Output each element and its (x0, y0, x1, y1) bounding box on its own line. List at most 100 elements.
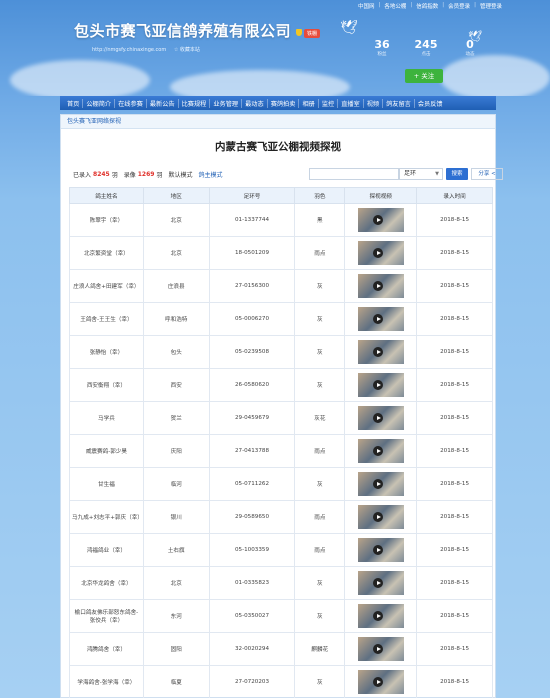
follow-button[interactable]: + 关注 (405, 69, 443, 83)
region-cell: 贺兰 (142, 401, 210, 435)
owner-cell: 威震赛鸽-郭少昊 (69, 434, 144, 468)
video-thumbnail[interactable] (357, 340, 404, 364)
video-cell (344, 401, 418, 435)
ring-cell: 05-0239508 (208, 335, 296, 369)
color-cell: 灰 (294, 335, 346, 369)
play-icon[interactable] (372, 380, 383, 390)
nav-news[interactable]: 最动态 (242, 98, 268, 108)
video-thumbnail[interactable] (357, 274, 404, 298)
region-cell: 庆阳 (142, 434, 210, 468)
video-thumbnail[interactable] (357, 637, 404, 661)
region-cell: 临河 (142, 467, 210, 501)
nav-guestbook[interactable]: 鸽友留言 (383, 98, 415, 108)
play-icon[interactable] (372, 512, 383, 522)
video-thumbnail[interactable] (357, 604, 404, 628)
color-cell: 雨点 (294, 236, 346, 270)
top-link-lofts[interactable]: 各地公棚 (384, 2, 406, 10)
video-thumbnail[interactable] (357, 241, 404, 265)
ring-select[interactable]: 足环 ▼ (399, 168, 443, 180)
breadcrumb[interactable]: 包头赛飞亚网络探视 (61, 115, 495, 129)
search-input[interactable] (309, 168, 399, 180)
video-thumbnail[interactable] (357, 538, 404, 562)
share-button[interactable]: 分享 < (471, 168, 503, 180)
date-cell: 2018-8-15 (416, 434, 493, 468)
top-link-index[interactable]: 信鸽指数 (416, 2, 438, 10)
table-row: 北京繁资堂（幸） 北京 18-0501209 雨点 2018-8-15 (69, 236, 493, 270)
share-icon: < (491, 171, 496, 177)
video-thumbnail[interactable] (357, 472, 404, 496)
video-thumbnail[interactable] (357, 439, 404, 463)
video-cell (344, 665, 418, 698)
owner-cell: 甘生福 (69, 467, 144, 501)
nav-auction[interactable]: 赛鸽拍卖 (268, 98, 300, 108)
ring-select-value: 足环 (404, 170, 417, 177)
nav-home[interactable]: 首页 (64, 98, 84, 108)
video-thumbnail[interactable] (357, 373, 404, 397)
nav-online-entry[interactable]: 在线参赛 (115, 98, 147, 108)
date-cell: 2018-8-15 (416, 203, 493, 237)
play-icon[interactable] (372, 314, 383, 324)
nav-monitor[interactable]: 监控 (319, 98, 339, 108)
region-cell: 土右旗 (142, 533, 210, 567)
ring-cell: 05-1003359 (208, 533, 296, 567)
play-icon[interactable] (372, 413, 383, 423)
table-row: 陈翠宇（幸） 北京 01-1337744 黑 2018-8-15 (69, 203, 493, 237)
owner-mode-link[interactable]: 鸽主模式 (198, 170, 222, 179)
play-icon[interactable] (372, 248, 383, 258)
table-row: 北京华龙鸽舍（幸） 北京 01-0335823 灰 2018-8-15 (69, 566, 493, 600)
play-icon[interactable] (372, 545, 383, 555)
video-cell (344, 269, 418, 303)
video-thumbnail[interactable] (357, 505, 404, 529)
play-icon[interactable] (372, 644, 383, 654)
nav-album[interactable]: 相册 (299, 98, 319, 108)
nav-feedback[interactable]: 会员反馈 (415, 99, 446, 108)
play-icon[interactable] (372, 677, 383, 687)
top-link-admin-login[interactable]: 管理登录 (480, 2, 502, 10)
date-cell: 2018-8-15 (416, 467, 493, 501)
site-badge: 铁棚 (304, 29, 321, 38)
nav-business[interactable]: 业务管理 (210, 98, 243, 108)
play-icon[interactable] (372, 347, 383, 357)
filter-bar: 已录入 8245 羽 录像 1269 羽 默认模式 鸽主模式 足环 ▼ 搜索 分… (73, 167, 503, 181)
ring-cell: 01-0335823 (208, 566, 296, 600)
region-cell: 庄浪县 (142, 269, 210, 303)
table-row: 鸿福鸽业（幸） 土右旗 05-1003359 雨点 2018-8-15 (69, 533, 493, 567)
video-thumbnail[interactable] (357, 307, 404, 331)
nav-announcements[interactable]: 最新公告 (147, 98, 179, 108)
nav-race-rules[interactable]: 比赛规程 (179, 98, 211, 108)
top-link-china[interactable]: 中国网 (358, 2, 375, 10)
owner-cell: 马学兵 (69, 401, 144, 435)
col-date: 录入时间 (416, 187, 493, 204)
site-url-text[interactable]: http://nmgsfy.chinaxinge.com (92, 47, 166, 53)
owner-cell: 北京繁资堂（幸） (69, 236, 144, 270)
date-cell: 2018-8-15 (416, 500, 493, 534)
video-thumbnail[interactable] (357, 571, 404, 595)
collected-count: 1269 (137, 170, 155, 178)
play-icon[interactable] (372, 281, 383, 291)
stat-value: 245 (414, 38, 438, 51)
default-mode-link[interactable]: 默认模式 (168, 170, 192, 179)
video-cell (344, 467, 418, 501)
top-link-member-login[interactable]: 会员登录 (448, 2, 470, 10)
video-thumbnail[interactable] (357, 670, 404, 694)
color-cell: 雨点 (294, 434, 346, 468)
play-icon[interactable] (372, 215, 383, 225)
color-cell: 灰 (294, 467, 346, 501)
ring-cell: 18-0501209 (208, 236, 296, 270)
region-cell: 东河 (142, 599, 210, 633)
video-thumbnail[interactable] (357, 208, 404, 232)
region-cell: 呼和浩特 (142, 302, 210, 336)
play-icon[interactable] (372, 578, 383, 588)
play-icon[interactable] (372, 446, 383, 456)
nav-about[interactable]: 公棚简介 (83, 98, 116, 108)
search-button[interactable]: 搜索 (446, 168, 468, 180)
color-cell: 雨点 (294, 500, 346, 534)
region-cell: 包头 (142, 335, 210, 369)
nav-video[interactable]: 视频 (364, 98, 384, 108)
video-thumbnail[interactable] (357, 406, 404, 430)
play-icon[interactable] (372, 611, 383, 621)
play-icon[interactable] (372, 479, 383, 489)
favorite-link[interactable]: ☆ 收藏本站 (174, 47, 200, 53)
nav-live[interactable]: 直播室 (338, 98, 364, 108)
ring-cell: 27-0413788 (208, 434, 296, 468)
